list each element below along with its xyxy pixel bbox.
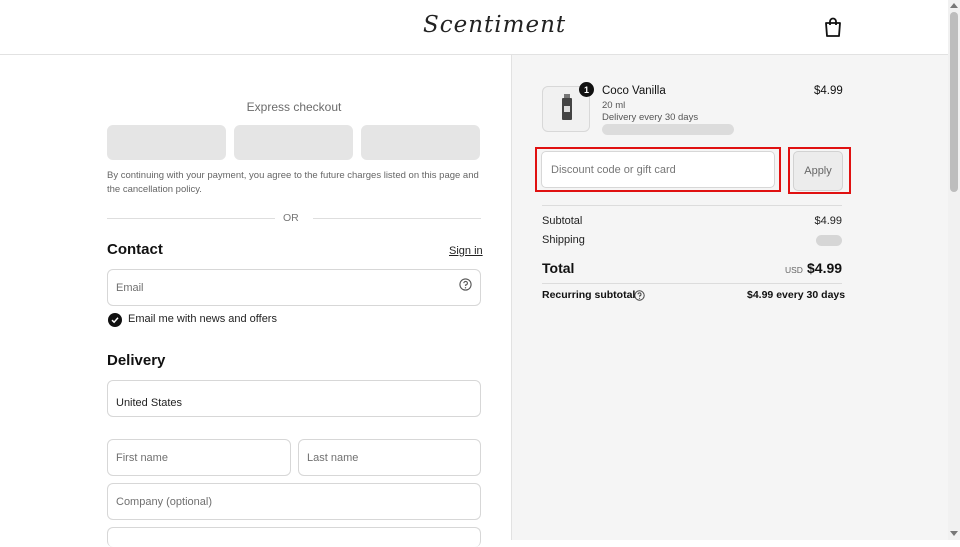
address-field[interactable]: [107, 527, 481, 547]
news-checkbox-label: Email me with news and offers: [128, 313, 277, 325]
store-logo[interactable]: Scentiment: [423, 12, 566, 38]
header: Scentiment: [0, 0, 948, 55]
shipping-label: Shipping: [542, 234, 585, 246]
total-divider: [542, 283, 842, 284]
country-value: United States: [116, 396, 183, 409]
total-value: $4.99: [807, 260, 843, 276]
product-delivery-frequency: Delivery every 30 days: [602, 112, 699, 123]
or-divider-text: OR: [283, 212, 299, 224]
recurring-subtotal-label: Recurring subtotal: [542, 289, 636, 301]
subtotal-label: Subtotal: [542, 215, 583, 227]
info-icon[interactable]: [634, 290, 645, 301]
first-name-field[interactable]: First name: [107, 439, 291, 476]
currency-code: USD: [785, 265, 803, 275]
delivery-title: Delivery: [107, 352, 166, 369]
company-placeholder: Company (optional): [116, 495, 212, 508]
total-label: Total: [542, 260, 575, 276]
email-field[interactable]: Email: [107, 269, 481, 306]
page-scrollbar[interactable]: [948, 0, 960, 540]
divider-right: [313, 218, 481, 219]
loading-skeleton: [602, 124, 734, 135]
express-pay-button-2[interactable]: [234, 125, 353, 160]
help-icon[interactable]: [459, 278, 472, 291]
apply-highlight-box: [788, 147, 851, 194]
express-pay-button-1[interactable]: [107, 125, 226, 160]
summary-divider: [542, 205, 842, 206]
product-size: 20 ml: [602, 100, 626, 111]
perfume-bottle-image: [562, 94, 572, 120]
express-checkout-title: Express checkout: [246, 100, 342, 114]
country-select[interactable]: United States: [107, 380, 481, 417]
shopping-bag-icon[interactable]: [824, 17, 842, 37]
product-price: $4.99: [814, 85, 843, 97]
divider-left: [107, 218, 275, 219]
quantity-badge: 1: [579, 82, 594, 97]
sign-in-link[interactable]: Sign in: [449, 245, 483, 257]
contact-title: Contact: [107, 241, 163, 258]
email-placeholder: Email: [116, 281, 144, 294]
last-name-field[interactable]: Last name: [298, 439, 481, 476]
product-name: Coco Vanilla: [602, 85, 666, 97]
recurring-subtotal-value: $4.99 every 30 days: [747, 289, 846, 301]
discount-highlight-box: [535, 147, 781, 192]
subtotal-value: $4.99: [814, 215, 842, 227]
express-pay-button-3[interactable]: [361, 125, 480, 160]
news-checkbox[interactable]: [108, 313, 122, 327]
scroll-down-icon[interactable]: [950, 531, 958, 536]
payment-consent-text: By continuing with your payment, you agr…: [107, 170, 479, 195]
last-name-placeholder: Last name: [307, 451, 359, 464]
shipping-loading-skeleton: [816, 235, 842, 246]
company-field[interactable]: Company (optional): [107, 483, 481, 520]
scroll-thumb[interactable]: [950, 12, 958, 192]
checkmark-icon: [111, 317, 119, 324]
scroll-up-icon[interactable]: [950, 3, 958, 8]
first-name-placeholder: First name: [116, 451, 168, 464]
